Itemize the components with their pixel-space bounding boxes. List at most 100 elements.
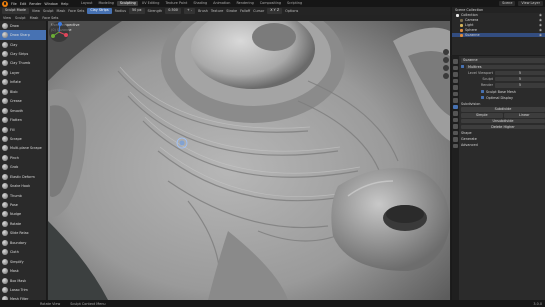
tool-clay[interactable]: Clay: [0, 40, 46, 49]
tool-crease[interactable]: Crease: [0, 97, 46, 106]
options-menu[interactable]: Options: [285, 9, 298, 13]
tab-uv-editing[interactable]: UV Editing: [139, 1, 162, 6]
modifier-tab-icon[interactable]: [453, 104, 458, 109]
visibility-eye-icon[interactable]: ◉: [539, 18, 542, 22]
option-checkbox-row[interactable]: Optimal Display: [461, 95, 545, 100]
modifier-enabled-checkbox[interactable]: [461, 65, 464, 69]
menu-edit[interactable]: Edit: [20, 2, 27, 6]
subheader-view[interactable]: View: [3, 16, 11, 20]
tool-rotate[interactable]: Rotate: [0, 219, 46, 228]
checkbox-icon[interactable]: [481, 96, 484, 100]
tool-clay-thumb[interactable]: Clay Thumb: [0, 59, 46, 68]
menu-window[interactable]: Window: [44, 2, 57, 6]
tool-multi-plane-scrape[interactable]: Multi-plane Scrape: [0, 144, 46, 153]
direction-toggle[interactable]: + -: [183, 8, 196, 14]
subdivide-button[interactable]: Subdivide: [461, 107, 545, 112]
tab-scripting[interactable]: Scripting: [285, 1, 305, 6]
mask-menu[interactable]: Mask: [57, 9, 66, 13]
symmetry-toggle[interactable]: X Y Z: [267, 8, 283, 14]
texture-menu[interactable]: Texture: [211, 9, 223, 13]
view-layer-tab-icon[interactable]: [453, 78, 458, 83]
visibility-eye-icon[interactable]: ◉: [539, 28, 542, 32]
scene-selector[interactable]: Scene: [499, 1, 516, 6]
tab-rendering[interactable]: Rendering: [234, 1, 256, 6]
scene-tab-icon[interactable]: [453, 85, 458, 90]
visibility-eye-icon[interactable]: ◉: [539, 13, 542, 17]
brush-menu[interactable]: Brush: [198, 9, 208, 13]
menu-help[interactable]: Help: [61, 2, 69, 6]
tab-shading[interactable]: Shading: [191, 1, 210, 6]
tool-thumb[interactable]: Thumb: [0, 191, 46, 200]
shape-section-title[interactable]: Shape: [461, 131, 545, 135]
tool-blob[interactable]: Blob: [0, 87, 46, 96]
particles-tab-icon[interactable]: [453, 111, 458, 116]
visibility-eye-icon[interactable]: ◉: [539, 23, 542, 27]
data-tab-icon[interactable]: [453, 130, 458, 135]
pan-icon[interactable]: [443, 57, 449, 63]
brush-selector[interactable]: Clay Strips: [87, 8, 112, 14]
tool-mask[interactable]: Mask: [0, 266, 46, 275]
tool-flatten[interactable]: Flatten: [0, 115, 46, 124]
tool-elastic-deform[interactable]: Elastic Deform: [0, 172, 46, 181]
navigation-gizmo-icon[interactable]: [48, 21, 70, 43]
tool-simplify[interactable]: Simplify: [0, 257, 46, 266]
tab-compositing[interactable]: Compositing: [257, 1, 283, 6]
subheader-sculpt[interactable]: Sculpt: [15, 16, 26, 20]
modifier-name-field[interactable]: Multires: [466, 64, 545, 69]
radius-field[interactable]: 50 px: [128, 8, 145, 14]
tool-smooth[interactable]: Smooth: [0, 106, 46, 115]
menu-file[interactable]: File: [11, 2, 17, 6]
tool-pose[interactable]: Pose: [0, 200, 46, 209]
mode-dropdown[interactable]: Sculpt Mode: [2, 8, 29, 14]
tab-texture-paint[interactable]: Texture Paint: [163, 1, 190, 6]
level-number-field[interactable]: 5: [495, 83, 545, 88]
linear-button[interactable]: Linear: [503, 113, 545, 118]
strength-field[interactable]: 0.500: [165, 8, 181, 14]
tool-scrape[interactable]: Scrape: [0, 134, 46, 143]
advanced-section-title[interactable]: Advanced: [461, 143, 545, 147]
tool-lasso-trim[interactable]: Lasso Trim: [0, 285, 46, 294]
blender-logo-icon[interactable]: [2, 0, 8, 7]
tool-grab[interactable]: Grab: [0, 163, 46, 172]
tool-box-mask[interactable]: Box Mask: [0, 276, 46, 285]
visibility-eye-icon[interactable]: ◉: [539, 33, 542, 37]
unsubdivide-button[interactable]: Unsubdivide: [461, 118, 545, 124]
checkbox-icon[interactable]: [481, 90, 484, 94]
camera-icon[interactable]: [443, 65, 449, 71]
outliner-item-suzanne[interactable]: Suzanne ◉: [452, 32, 545, 38]
physics-tab-icon[interactable]: [453, 117, 458, 122]
view-menu[interactable]: View: [32, 9, 40, 13]
delete-higher-button[interactable]: Delete Higher: [461, 124, 545, 130]
tool-cloth[interactable]: Cloth: [0, 248, 46, 257]
object-tab-icon[interactable]: [453, 98, 458, 103]
tab-sculpting[interactable]: Sculpting: [117, 1, 139, 6]
simple-button[interactable]: Simple: [461, 113, 503, 118]
tool-draw-sharp[interactable]: Draw Sharp: [0, 30, 46, 40]
tool-boundary[interactable]: Boundary: [0, 238, 46, 247]
world-tab-icon[interactable]: [453, 91, 458, 96]
object-name-field[interactable]: Suzanne: [461, 58, 545, 63]
material-tab-icon[interactable]: [453, 137, 458, 142]
tool-inflate[interactable]: Inflate: [0, 78, 46, 87]
subheader-face-sets[interactable]: Face Sets: [42, 16, 58, 20]
render-tab-icon[interactable]: [453, 65, 458, 70]
3d-viewport[interactable]: User Perspective (0) Suzanne: [48, 21, 450, 300]
level-number-field[interactable]: 5: [495, 76, 545, 82]
falloff-menu[interactable]: Falloff: [240, 9, 250, 13]
view-layer-selector[interactable]: View Layer: [518, 1, 543, 6]
constraints-tab-icon[interactable]: [453, 124, 458, 129]
tool-snake-hook[interactable]: Snake Hook: [0, 181, 46, 190]
tab-modeling[interactable]: Modeling: [96, 1, 116, 6]
tool-fill[interactable]: Fill: [0, 125, 46, 134]
tool-slide-relax[interactable]: Slide Relax: [0, 229, 46, 238]
option-checkbox-row[interactable]: Sculpt Base Mesh: [461, 89, 545, 94]
tool-pinch[interactable]: Pinch: [0, 153, 46, 162]
output-tab-icon[interactable]: [453, 72, 458, 77]
sculpt-menu[interactable]: Sculpt: [43, 9, 54, 13]
tab-animation[interactable]: Animation: [211, 1, 233, 6]
tool-draw[interactable]: Draw: [0, 21, 46, 30]
grid-icon[interactable]: [443, 73, 449, 79]
cursor-menu[interactable]: Cursor: [253, 9, 264, 13]
tool-clay-strips[interactable]: Clay Strips: [0, 49, 46, 58]
tool-nudge[interactable]: Nudge: [0, 210, 46, 219]
